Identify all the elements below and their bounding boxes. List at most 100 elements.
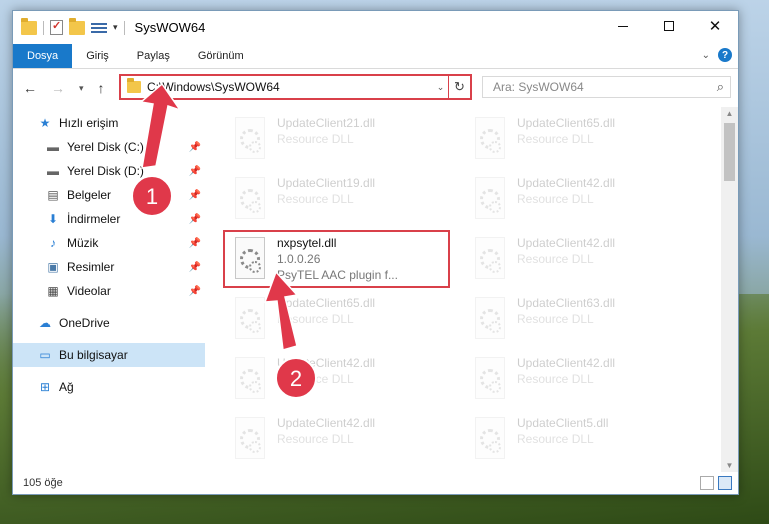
file-name: UpdateClient42.dll xyxy=(517,176,616,190)
help-icon[interactable]: ? xyxy=(718,48,732,62)
sidebar-item-network[interactable]: ⊞ Ağ xyxy=(13,375,205,399)
file-name: UpdateClient21.dll xyxy=(277,116,376,130)
expand-ribbon-chevron-icon[interactable]: ⌄ xyxy=(702,50,710,61)
back-arrow-icon[interactable]: ← xyxy=(23,80,37,96)
sidebar-item-pictures[interactable]: ▣ Resimler 📌 xyxy=(13,255,205,279)
maximize-button[interactable] xyxy=(646,11,692,41)
videos-icon: ▦ xyxy=(47,284,59,298)
close-icon: ✕ xyxy=(708,18,722,35)
file-name: UpdateClient42.dll xyxy=(277,416,376,430)
title-bar: ▾ SysWOW64 ✕ xyxy=(13,11,738,44)
sidebar-item-label: Müzik xyxy=(67,236,99,250)
music-icon: ♪ xyxy=(50,236,56,250)
pin-icon[interactable]: 📌 xyxy=(189,286,201,297)
pin-icon[interactable]: 📌 xyxy=(189,214,201,225)
sidebar-item-documents[interactable]: ▤ Belgeler 📌 xyxy=(13,183,205,207)
tab-file[interactable]: Dosya xyxy=(13,44,73,68)
file-description: Resource DLL xyxy=(277,372,354,386)
sidebar-item-label: Yerel Disk (C:) xyxy=(67,140,144,154)
sidebar-item-videos[interactable]: ▦ Videolar 📌 xyxy=(13,279,205,303)
minimize-button[interactable] xyxy=(600,11,646,41)
star-icon: ★ xyxy=(39,116,51,130)
file-item[interactable]: UpdateClient65.dll Resource DLL xyxy=(471,113,691,173)
file-description: Resource DLL xyxy=(517,312,594,326)
tab-view[interactable]: Görünüm xyxy=(184,44,258,68)
file-description: Resource DLL xyxy=(517,372,594,386)
view-icon[interactable] xyxy=(91,21,107,35)
dll-file-icon xyxy=(231,417,269,463)
item-count: 105 öğe xyxy=(23,477,63,489)
details-view-icon[interactable] xyxy=(700,476,714,490)
file-description: Resource DLL xyxy=(277,432,354,446)
file-item[interactable]: UpdateClient42.dll Resource DLL xyxy=(231,353,451,413)
file-name: UpdateClient19.dll xyxy=(277,176,376,190)
large-icons-view-icon[interactable] xyxy=(718,476,732,490)
scroll-up-icon[interactable]: ▲ xyxy=(721,109,738,118)
folder-icon xyxy=(21,17,37,35)
properties-icon[interactable] xyxy=(50,19,63,35)
sidebar-item-local-disk-c[interactable]: ▬ Yerel Disk (C:) 📌 xyxy=(13,135,205,159)
explorer-window: ▾ SysWOW64 ✕ Dosya Giriş Paylaş Görünüm … xyxy=(12,10,739,495)
tab-share[interactable]: Paylaş xyxy=(123,44,184,68)
pin-icon[interactable]: 📌 xyxy=(189,238,201,249)
file-item[interactable]: UpdateClient65.dll Resource DLL xyxy=(231,293,451,353)
refresh-icon[interactable]: ↻ xyxy=(448,76,470,98)
file-item[interactable]: UpdateClient5.dll Resource DLL xyxy=(471,413,691,472)
pin-icon[interactable]: 📌 xyxy=(189,166,201,177)
scroll-down-icon[interactable]: ▼ xyxy=(721,461,738,470)
pin-icon[interactable]: 📌 xyxy=(189,142,201,153)
sidebar-item-local-disk-d[interactable]: ▬ Yerel Disk (D:) 📌 xyxy=(13,159,205,183)
drive-icon: ▬ xyxy=(47,164,59,178)
status-bar: 105 öğe xyxy=(13,472,738,494)
sidebar-item-label: Yerel Disk (D:) xyxy=(67,164,144,178)
forward-arrow-icon[interactable]: → xyxy=(51,80,65,96)
address-path[interactable]: C:\Windows\SysWOW64 xyxy=(147,80,432,94)
window-controls: ✕ xyxy=(600,11,738,41)
recent-locations-chevron-icon[interactable]: ▾ xyxy=(79,83,84,94)
file-name: UpdateClient65.dll xyxy=(517,116,616,130)
sidebar-item-quick-access[interactable]: ★ Hızlı erişim xyxy=(13,111,205,135)
file-name: UpdateClient42.dll xyxy=(277,356,376,370)
file-item[interactable]: UpdateClient42.dll Resource DLL xyxy=(471,173,691,233)
pictures-icon: ▣ xyxy=(47,260,59,274)
sidebar-item-this-pc[interactable]: ▭ Bu bilgisayar xyxy=(13,343,205,367)
up-arrow-icon[interactable]: ↑ xyxy=(98,80,105,96)
sidebar-item-label: Videolar xyxy=(67,284,111,298)
sidebar-item-onedrive[interactable]: ☁ OneDrive xyxy=(13,311,205,335)
file-item[interactable]: UpdateClient42.dll Resource DLL xyxy=(231,413,451,472)
sidebar-item-music[interactable]: ♪ Müzik 📌 xyxy=(13,231,205,255)
navigation-pane: ★ Hızlı erişim ▬ Yerel Disk (C:) 📌 ▬ Yer… xyxy=(13,107,205,472)
file-item[interactable]: UpdateClient63.dll Resource DLL xyxy=(471,293,691,353)
file-item[interactable]: UpdateClient42.dll Resource DLL xyxy=(471,233,691,293)
dll-file-icon xyxy=(231,357,269,403)
new-folder-icon[interactable] xyxy=(69,17,85,35)
sidebar-item-downloads[interactable]: ⬇ İndirmeler 📌 xyxy=(13,207,205,231)
close-button[interactable]: ✕ xyxy=(692,11,738,41)
dll-file-icon xyxy=(231,177,269,223)
tab-home[interactable]: Giriş xyxy=(72,44,123,68)
maximize-icon xyxy=(664,21,674,31)
documents-icon: ▤ xyxy=(47,188,59,202)
highlight-box xyxy=(223,230,450,288)
address-bar[interactable]: C:\Windows\SysWOW64 ⌄ ↻ xyxy=(119,74,472,100)
scrollbar-thumb[interactable] xyxy=(724,123,735,181)
file-name: UpdateClient63.dll xyxy=(517,296,616,310)
file-item[interactable]: UpdateClient21.dll Resource DLL xyxy=(231,113,451,173)
pin-icon[interactable]: 📌 xyxy=(189,262,201,273)
sidebar-item-label: Bu bilgisayar xyxy=(59,348,128,362)
file-item[interactable]: UpdateClient42.dll Resource DLL xyxy=(471,353,691,413)
file-description: Resource DLL xyxy=(517,252,594,266)
dll-file-icon xyxy=(231,117,269,163)
pin-icon[interactable]: 📌 xyxy=(189,190,201,201)
customize-toolbar-chevron-icon[interactable]: ▾ xyxy=(113,22,118,33)
view-toggles xyxy=(700,476,732,490)
dll-file-icon xyxy=(471,177,509,223)
address-dropdown-chevron-icon[interactable]: ⌄ xyxy=(432,82,448,93)
vertical-scrollbar[interactable]: ▲ ▼ xyxy=(721,107,738,472)
file-item[interactable]: UpdateClient19.dll Resource DLL xyxy=(231,173,451,233)
search-input[interactable]: Ara: SysWOW64 ⌕ xyxy=(482,76,731,98)
computer-icon: ▭ xyxy=(39,348,51,362)
file-name: UpdateClient42.dll xyxy=(517,356,616,370)
ribbon-tabs: Dosya Giriş Paylaş Görünüm ⌄ ? xyxy=(13,44,738,68)
sidebar-item-label: Hızlı erişim xyxy=(59,116,119,130)
